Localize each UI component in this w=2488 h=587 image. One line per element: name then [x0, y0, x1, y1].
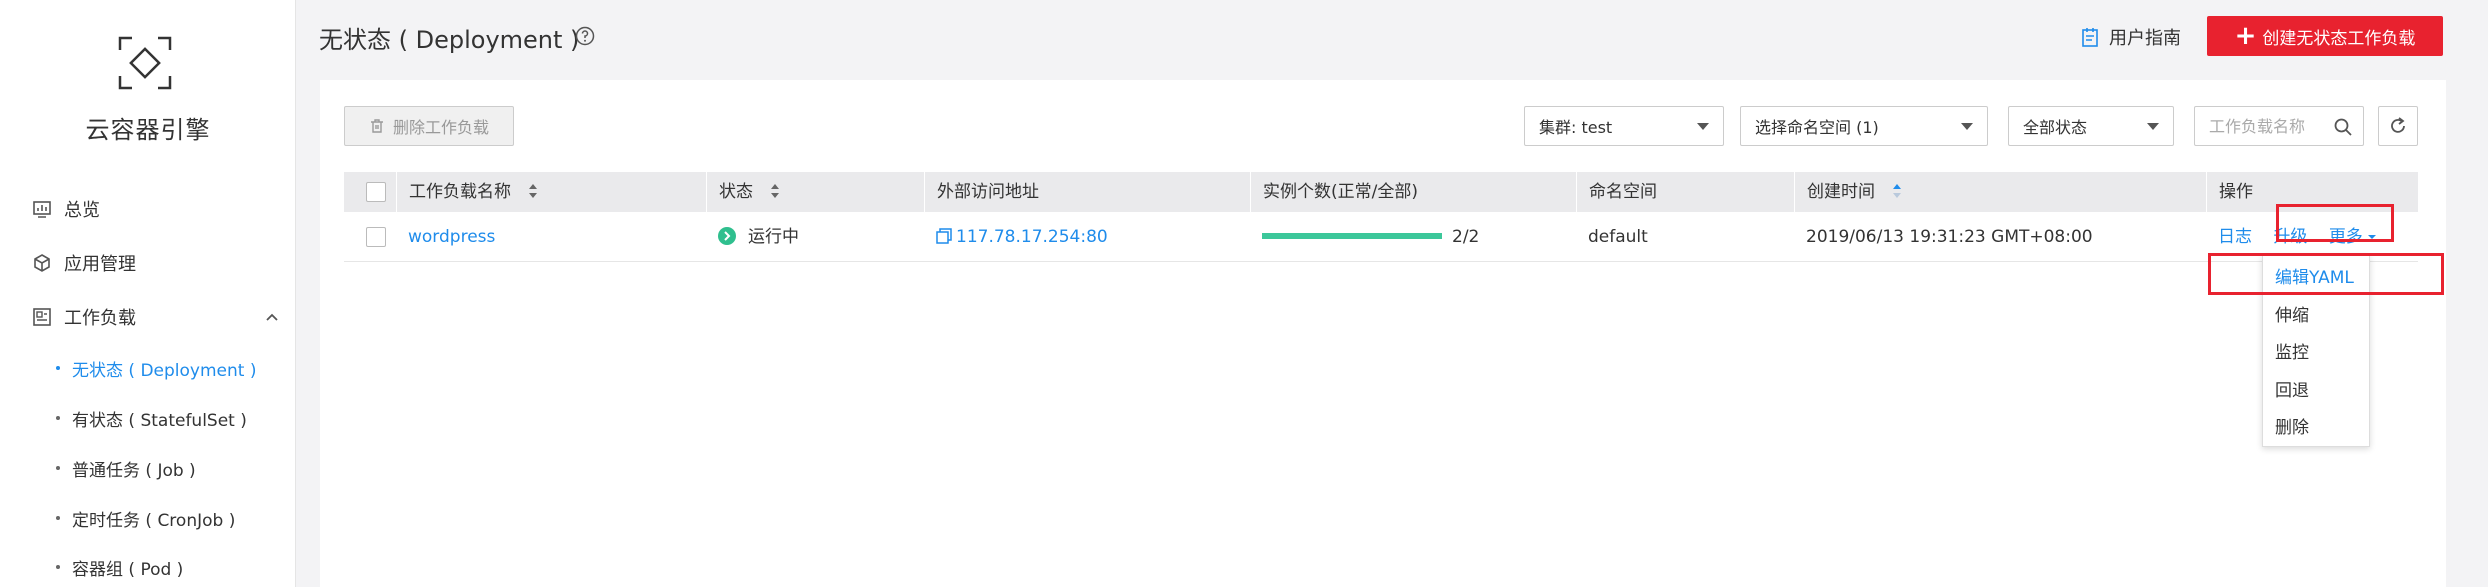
namespace-select[interactable]: 选择命名空间 (1): [1740, 106, 1988, 146]
column-namespace: 命名空间: [1576, 172, 1794, 212]
column-name[interactable]: 工作负载名称: [396, 172, 706, 212]
sidebar-item-workloads[interactable]: 工作负载: [0, 292, 296, 342]
table-header: 工作负载名称 状态 外部访问地址 实例个数(正常/全部) 命名空间 创建时间 操…: [344, 172, 2418, 212]
status-text: 运行中: [748, 227, 799, 247]
status-cell: 运行中: [706, 212, 799, 262]
column-status[interactable]: 状态: [706, 172, 924, 212]
dashboard-icon: [32, 199, 52, 219]
namespace-cell: default: [1588, 227, 1648, 247]
sort-icon[interactable]: [528, 183, 538, 199]
created-time: 2019/06/13 19:31:23 GMT+08:00: [1806, 227, 2093, 247]
sidebar-item-deployment[interactable]: 无状态 ( Deployment ): [0, 346, 296, 390]
sidebar-item-label: 总览: [64, 200, 100, 221]
user-guide-link[interactable]: 用户指南: [2081, 24, 2181, 50]
instances-text: 2/2: [1452, 227, 1480, 247]
create-deployment-button[interactable]: + 创建无状态工作负载: [2207, 16, 2443, 56]
sidebar-item-job[interactable]: 普通任务 ( Job ): [0, 446, 296, 490]
refresh-button[interactable]: [2378, 106, 2418, 146]
trash-icon: [370, 119, 383, 133]
menu-item-rollback[interactable]: 回退: [2263, 373, 2371, 410]
highlight-more: [2276, 204, 2394, 242]
workload-icon: [32, 307, 52, 327]
cluster-select[interactable]: 集群: test: [1524, 106, 1724, 146]
sidebar-item-label: 应用管理: [64, 254, 136, 275]
cube-icon: [32, 253, 52, 273]
logo: 云容器引擎: [0, 0, 296, 165]
column-address: 外部访问地址: [924, 172, 1250, 212]
sidebar-item-overview[interactable]: 总览: [0, 184, 296, 234]
container-engine-icon: [118, 36, 172, 90]
sort-icon[interactable]: [1892, 183, 1902, 199]
sidebar-item-pod[interactable]: 容器组 ( Pod ): [0, 545, 296, 587]
copy-icon: [936, 228, 952, 244]
status-select[interactable]: 全部状态: [2008, 106, 2174, 146]
caret-down-icon: [2147, 123, 2159, 130]
highlight-edit-yaml: [2208, 253, 2444, 295]
search-input[interactable]: [2195, 107, 2331, 145]
guide-icon: [2082, 28, 2098, 47]
caret-down-icon: [1961, 123, 1973, 130]
column-created[interactable]: 创建时间: [1794, 172, 2206, 212]
chevron-up-icon[interactable]: [262, 307, 282, 327]
page-header: 无状态 ( Deployment ) 用户指南 + 创建无状态工作负载: [297, 0, 2488, 76]
sidebar-item-label: 工作负载: [64, 308, 136, 329]
sort-icon[interactable]: [770, 183, 780, 199]
logs-link[interactable]: 日志: [2218, 227, 2252, 247]
refresh-icon: [2391, 117, 2405, 133]
product-title: 云容器引擎: [85, 116, 211, 144]
sidebar-item-cronjob[interactable]: 定时任务 ( CronJob ): [0, 496, 296, 540]
search-icon[interactable]: [2333, 117, 2353, 137]
menu-item-delete[interactable]: 删除: [2263, 410, 2371, 447]
row-checkbox[interactable]: [366, 227, 386, 247]
running-icon: [718, 227, 736, 245]
external-address-link[interactable]: 117.78.17.254:80: [924, 212, 1108, 262]
workload-name-link[interactable]: wordpress: [396, 212, 495, 262]
menu-item-monitor[interactable]: 监控: [2263, 335, 2371, 372]
instances-progress: [1262, 233, 1442, 239]
menu-item-scale[interactable]: 伸缩: [2263, 298, 2371, 335]
caret-down-icon: [1697, 123, 1709, 130]
sidebar: 云容器引擎 总览 应用管理 工作负载 无状态 ( Deployment ) 有状…: [0, 0, 296, 587]
plus-icon: +: [2234, 21, 2257, 51]
main-panel: 删除工作负载 集群: test 选择命名空间 (1) 全部状态 工作负载名称 工…: [320, 80, 2446, 587]
sidebar-item-statefulset[interactable]: 有状态 ( StatefulSet ): [0, 396, 296, 440]
help-icon[interactable]: [575, 26, 595, 46]
sidebar-item-apps[interactable]: 应用管理: [0, 238, 296, 288]
page-title: 无状态 ( Deployment ): [319, 26, 580, 54]
column-instances: 实例个数(正常/全部): [1250, 172, 1576, 212]
instances-cell: 2/2: [1250, 212, 1479, 262]
select-all-checkbox[interactable]: [366, 182, 386, 202]
table-row: wordpress 运行中 117.78.17.254:80 2/2 defau…: [344, 212, 2418, 262]
search-box: [2194, 106, 2364, 146]
delete-workload-button[interactable]: 删除工作负载: [344, 106, 514, 146]
